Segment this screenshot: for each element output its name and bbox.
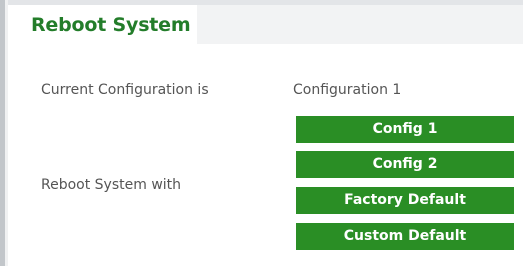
custom-default-button[interactable]: Custom Default: [296, 223, 514, 250]
current-configuration-label: Current Configuration is: [41, 82, 209, 98]
reboot-system-with-label: Reboot System with: [41, 177, 182, 193]
factory-default-button[interactable]: Factory Default: [296, 187, 514, 214]
config-1-button[interactable]: Config 1: [296, 116, 514, 143]
reboot-system-panel: Reboot System Current Configuration is C…: [0, 0, 523, 266]
config-2-button[interactable]: Config 2: [296, 151, 514, 178]
tab-title: Reboot System: [31, 14, 191, 36]
current-configuration-value: Configuration 1: [293, 82, 402, 98]
